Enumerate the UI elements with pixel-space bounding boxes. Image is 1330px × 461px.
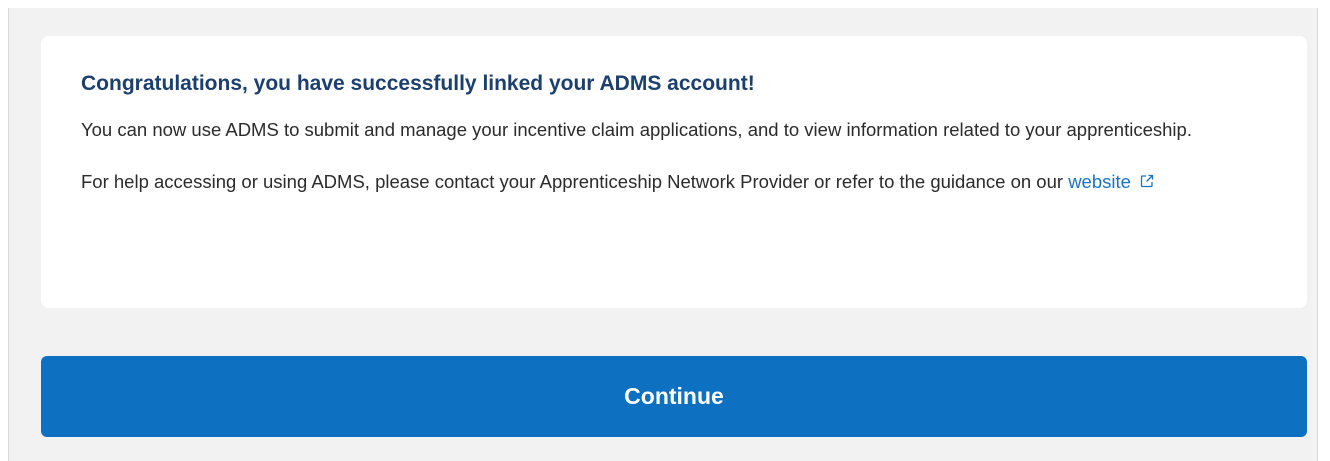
help-text: For help accessing or using ADMS, please… <box>81 167 1267 197</box>
website-link[interactable]: website <box>1068 171 1155 192</box>
success-description: You can now use ADMS to submit and manag… <box>81 119 1192 140</box>
continue-button[interactable]: Continue <box>41 356 1307 437</box>
external-link-icon <box>1140 174 1154 188</box>
website-link-label: website <box>1068 171 1131 192</box>
help-text-prefix: For help accessing or using ADMS, please… <box>81 171 1069 192</box>
success-title: Congratulations, you have successfully l… <box>81 72 755 95</box>
success-card: Congratulations, you have successfully l… <box>41 36 1307 308</box>
